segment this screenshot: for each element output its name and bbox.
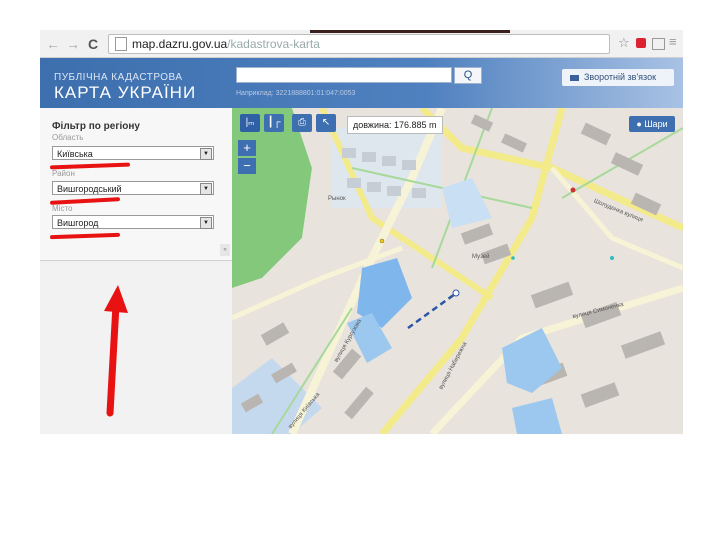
browser-screenshot: ← → C map.dazru.gov.ua/kadastrova-karta … bbox=[40, 30, 683, 434]
measure-length-readout: довжина: 176.885 m bbox=[347, 116, 443, 134]
page-icon bbox=[115, 37, 127, 51]
zoom-in-button[interactable]: + bbox=[238, 140, 256, 156]
pointer-tool-button[interactable]: ↖ bbox=[316, 114, 336, 132]
city-select[interactable]: Вишгород ▼ bbox=[52, 215, 214, 229]
menu-icon[interactable]: ≡ bbox=[669, 34, 677, 49]
forward-icon[interactable]: → bbox=[66, 36, 80, 52]
feedback-button[interactable]: Зворотній зв'язок bbox=[562, 69, 674, 86]
url-host: map.dazru.gov.ua bbox=[132, 37, 228, 51]
layers-label: Шари bbox=[644, 119, 668, 129]
dropdown-arrow-icon: ▼ bbox=[200, 148, 212, 160]
map-label-market: Рынок bbox=[328, 196, 346, 202]
zoom-out-button[interactable]: − bbox=[238, 158, 256, 174]
feedback-label: Зворотній зв'язок bbox=[584, 72, 657, 82]
search-hint: Наприклад: 3221888801:01:047:0053 bbox=[236, 90, 356, 97]
cadastral-search-input[interactable] bbox=[236, 67, 452, 83]
red-annotation-arrow bbox=[104, 285, 128, 417]
bookmark-star-icon[interactable]: ☆ bbox=[618, 35, 630, 51]
layers-button[interactable]: ● Шари bbox=[629, 116, 675, 132]
browser-toolbar: ← → C map.dazru.gov.ua/kadastrova-karta … bbox=[40, 30, 683, 58]
url-path: /kadastrova-karta bbox=[227, 37, 320, 51]
city-value: Вишгород bbox=[57, 218, 99, 228]
mail-icon bbox=[570, 74, 579, 81]
region-filter-panel: Фільтр по регіону Область Київська ▼ Рай… bbox=[40, 108, 233, 261]
back-icon[interactable]: ← bbox=[46, 36, 60, 52]
brand-subtitle: ПУБЛІЧНА КАДАСТРОВА bbox=[54, 72, 183, 83]
map-view[interactable]: Рынок Музей вулиця Кургузова Шолуденка в… bbox=[232, 108, 683, 434]
print-button[interactable]: ⎙ bbox=[292, 114, 312, 132]
raion-label: Район bbox=[52, 169, 75, 178]
dropdown-arrow-icon: ▼ bbox=[200, 217, 212, 229]
map-label-museum: Музей bbox=[472, 254, 490, 260]
address-bar[interactable]: map.dazru.gov.ua/kadastrova-karta bbox=[108, 34, 610, 54]
reload-icon[interactable]: C bbox=[88, 36, 98, 52]
tab-strip-fragment bbox=[310, 30, 510, 33]
extension-square-icon[interactable] bbox=[652, 38, 665, 50]
brand-title[interactable]: КАРТА УКРАЇНИ bbox=[54, 83, 196, 103]
extension-icon[interactable] bbox=[636, 38, 646, 48]
raion-select[interactable]: Вишгородський ▼ bbox=[52, 181, 214, 195]
search-button[interactable]: Q bbox=[454, 67, 482, 84]
ruler-tool-button[interactable]: |ₘ bbox=[240, 114, 260, 132]
oblast-label: Область bbox=[52, 133, 84, 142]
raion-value: Вишгородський bbox=[57, 184, 122, 194]
city-label: Місто bbox=[52, 204, 73, 213]
oblast-select[interactable]: Київська ▼ bbox=[52, 146, 214, 160]
site-header: ПУБЛІЧНА КАДАСТРОВА КАРТА УКРАЇНИ Q Напр… bbox=[40, 58, 683, 108]
red-underline bbox=[49, 232, 121, 240]
dropdown-arrow-icon: ▼ bbox=[200, 183, 212, 195]
filter-title: Фільтр по регіону bbox=[52, 121, 140, 132]
search-icon: Q bbox=[463, 69, 473, 81]
area-tool-button[interactable]: ┃┌ bbox=[264, 114, 284, 132]
collapse-panel-button[interactable]: « bbox=[220, 244, 230, 256]
oblast-value: Київська bbox=[57, 149, 93, 159]
map-canvas bbox=[232, 108, 683, 434]
